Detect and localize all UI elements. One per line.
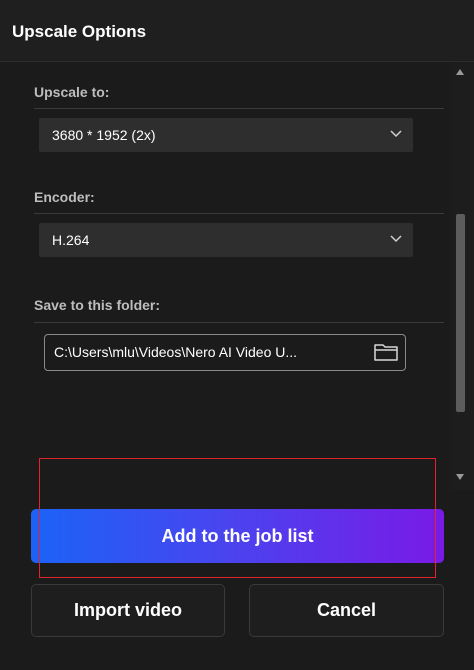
encoder-divider [34, 213, 444, 214]
options-header: Upscale Options [0, 0, 474, 62]
upscale-select-value: 3680 * 1952 (2x) [52, 127, 156, 143]
scroll-up-arrow-icon[interactable] [455, 67, 465, 77]
save-folder-path: C:\Users\mlu\Videos\Nero AI Video U... [54, 344, 298, 360]
save-folder-path-field[interactable]: C:\Users\mlu\Videos\Nero AI Video U... [44, 334, 406, 371]
save-folder-divider [34, 322, 444, 323]
save-folder-label: Save to this folder: [34, 297, 161, 313]
page-title: Upscale Options [12, 22, 147, 41]
encoder-label: Encoder: [34, 189, 95, 205]
upscale-divider [34, 108, 444, 109]
import-video-button[interactable]: Import video [31, 584, 225, 637]
chevron-down-icon [390, 130, 402, 138]
folder-icon[interactable] [373, 341, 399, 363]
chevron-down-icon [390, 235, 402, 243]
upscale-label: Upscale to: [34, 84, 110, 100]
scrollbar-thumb[interactable] [456, 214, 465, 412]
vertical-scrollbar[interactable] [452, 62, 474, 490]
scroll-down-arrow-icon[interactable] [455, 472, 465, 482]
options-panel: Upscale to: 3680 * 1952 (2x) Encoder: H.… [0, 62, 474, 490]
encoder-select-value: H.264 [52, 232, 90, 248]
cancel-button[interactable]: Cancel [249, 584, 444, 637]
encoder-select[interactable]: H.264 [39, 223, 413, 257]
add-to-job-list-button[interactable]: Add to the job list [31, 509, 444, 563]
upscale-select[interactable]: 3680 * 1952 (2x) [39, 118, 413, 152]
